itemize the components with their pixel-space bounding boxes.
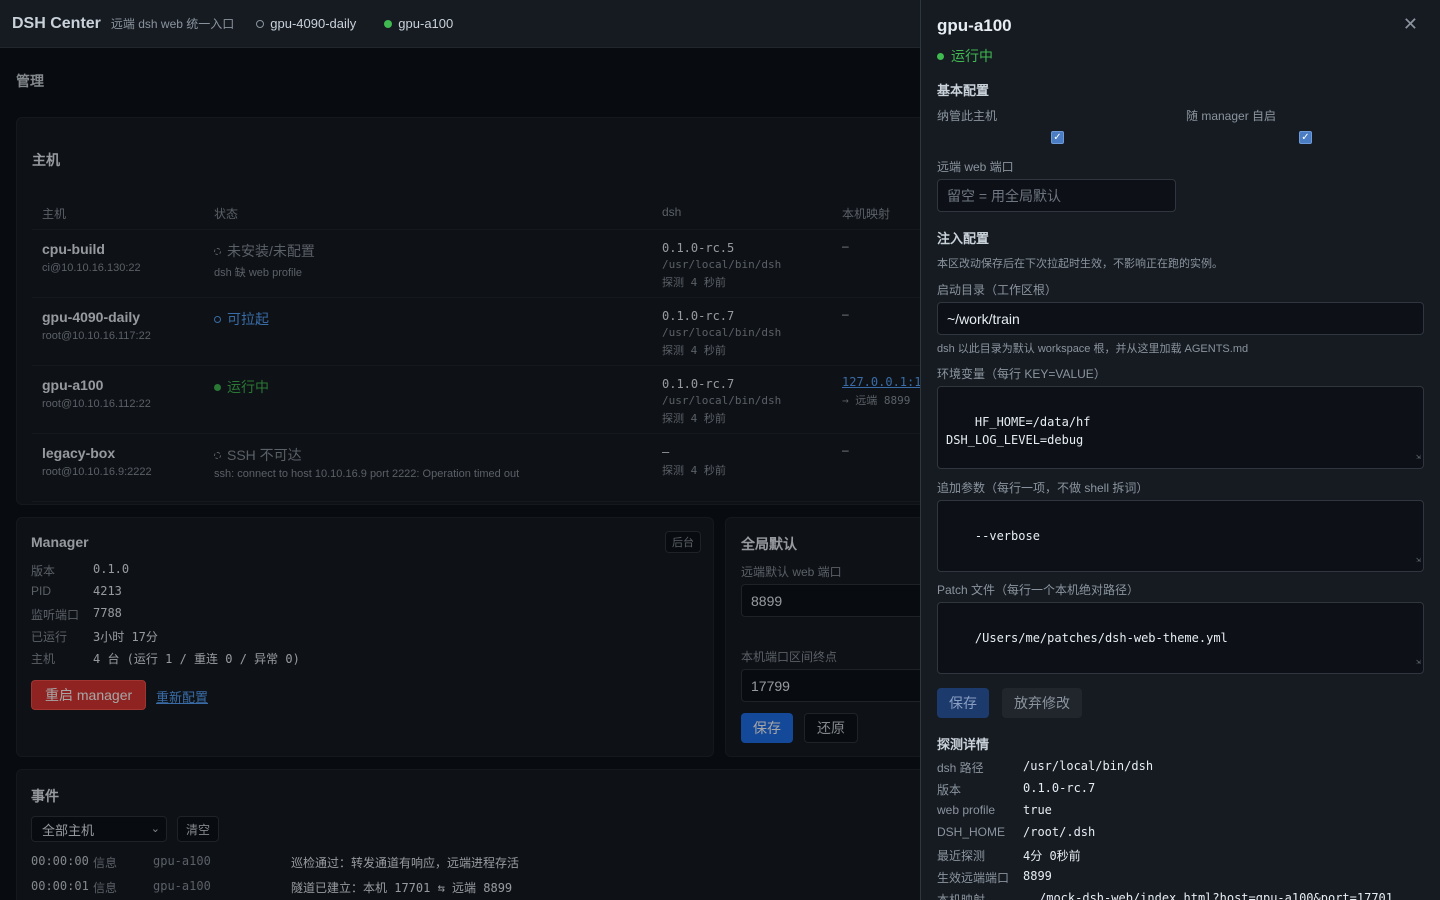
drawer-status: 运行中 <box>937 46 993 66</box>
probe-field: 本机映射 /mock-dsh-web/index.html?host=gpu-a… <box>937 891 1393 900</box>
field-key: 生效远端端口 <box>937 871 1010 885</box>
patch-textarea[interactable]: /Users/me/patches/dsh-web-theme.yml ⇲ <box>937 602 1424 674</box>
drawer-title: gpu-a100 <box>937 16 1012 35</box>
tab-label: gpu-a100 <box>398 16 454 31</box>
manage-host-checkbox[interactable]: ✓ <box>1051 131 1064 144</box>
workdir-label: 启动目录（工作区根） <box>937 283 1058 297</box>
workdir-hint: dsh 以此目录为默认 workspace 根，并从这里加载 AGENTS.md <box>937 343 1249 355</box>
patch-label: Patch 文件（每行一个本机绝对路径） <box>937 583 1140 597</box>
host-detail-drawer: gpu-a100 ✕ 运行中 基本配置 纳管此主机 随 manager 自启 ✓… <box>920 0 1440 900</box>
tab-gpu-4090-daily[interactable]: gpu-4090-daily <box>256 16 356 31</box>
field-value: 4分 0秒前 <box>1023 849 1081 863</box>
args-label: 追加参数（每行一项，不做 shell 拆词） <box>937 481 1149 495</box>
field-key: 版本 <box>937 783 962 797</box>
status-dot-icon <box>384 19 393 28</box>
probe-field: 版本 0.1.0-rc.7 <box>937 781 1095 798</box>
probe-field: 生效远端端口 8899 <box>937 869 1052 886</box>
save-button[interactable]: 保存 <box>937 688 989 718</box>
field-value: true <box>1023 803 1052 817</box>
env-label: 环境变量（每行 KEY=VALUE） <box>937 367 1106 381</box>
field-value: /usr/local/bin/dsh <box>1023 759 1154 773</box>
close-icon[interactable]: ✕ <box>1403 14 1418 35</box>
probe-field: dsh 路径 /usr/local/bin/dsh <box>937 759 1153 776</box>
tab-gpu-a100[interactable]: gpu-a100 <box>384 16 453 31</box>
probe-field: DSH_HOME /root/.dsh <box>937 825 1095 839</box>
workdir-input[interactable]: ~/work/train <box>937 302 1424 335</box>
field-value: /root/.dsh <box>1023 825 1096 839</box>
status-dot-icon <box>256 19 265 28</box>
probe-field: web profile true <box>937 803 1052 817</box>
field-key: 本机映射 <box>937 893 986 900</box>
tab-label: gpu-4090-daily <box>270 16 357 31</box>
manage-host-label: 纳管此主机 <box>937 109 998 123</box>
overlay-backdrop[interactable] <box>0 48 920 900</box>
input-value: ~/work/train <box>947 310 1020 327</box>
autostart-checkbox[interactable]: ✓ <box>1299 131 1312 144</box>
field-value: 8899 <box>1023 869 1052 883</box>
field-key: 最近探测 <box>937 849 986 863</box>
autostart-label: 随 manager 自启 <box>1186 109 1277 123</box>
field-key: web profile <box>937 803 996 817</box>
resize-handle-icon[interactable]: ⇲ <box>1416 653 1421 671</box>
probe-field: 最近探测 4分 0秒前 <box>937 847 1081 864</box>
placeholder-text: 留空 = 用全局默认 <box>947 187 1061 204</box>
field-value: 0.1.0-rc.7 <box>1023 781 1096 795</box>
probe-details-title: 探测详情 <box>937 737 990 752</box>
textarea-value: HF_HOME=/data/hf DSH_LOG_LEVEL=debug <box>946 415 1091 447</box>
brand-subtitle: 远端 dsh web 统一入口 <box>110 17 235 31</box>
web-port-input[interactable]: 留空 = 用全局默认 <box>937 179 1176 212</box>
web-port-label: 远端 web 端口 <box>937 160 1014 174</box>
running-dot-icon <box>937 52 944 60</box>
inject-config-hint: 本区改动保存后在下次拉起时生效，不影响正在跑的实例。 <box>937 258 1223 270</box>
textarea-value: --verbose <box>974 529 1040 543</box>
local-mapping-link[interactable]: /mock-dsh-web/index.html?host=gpu-a100&p… <box>1039 891 1393 900</box>
field-key: DSH_HOME <box>937 825 1006 839</box>
env-textarea[interactable]: HF_HOME=/data/hf DSH_LOG_LEVEL=debug ⇲ <box>937 386 1424 469</box>
brand-title[interactable]: DSH Center <box>12 15 101 33</box>
field-key: dsh 路径 <box>937 761 984 775</box>
textarea-value: /Users/me/patches/dsh-web-theme.yml <box>974 631 1228 645</box>
status-text: 运行中 <box>951 48 993 64</box>
resize-handle-icon[interactable]: ⇲ <box>1416 551 1421 569</box>
resize-handle-icon[interactable]: ⇲ <box>1416 448 1421 466</box>
discard-changes-button[interactable]: 放弃修改 <box>1002 688 1082 718</box>
args-textarea[interactable]: --verbose ⇲ <box>937 500 1424 572</box>
inject-config-title: 注入配置 <box>937 231 990 246</box>
basic-config-title: 基本配置 <box>937 83 990 98</box>
